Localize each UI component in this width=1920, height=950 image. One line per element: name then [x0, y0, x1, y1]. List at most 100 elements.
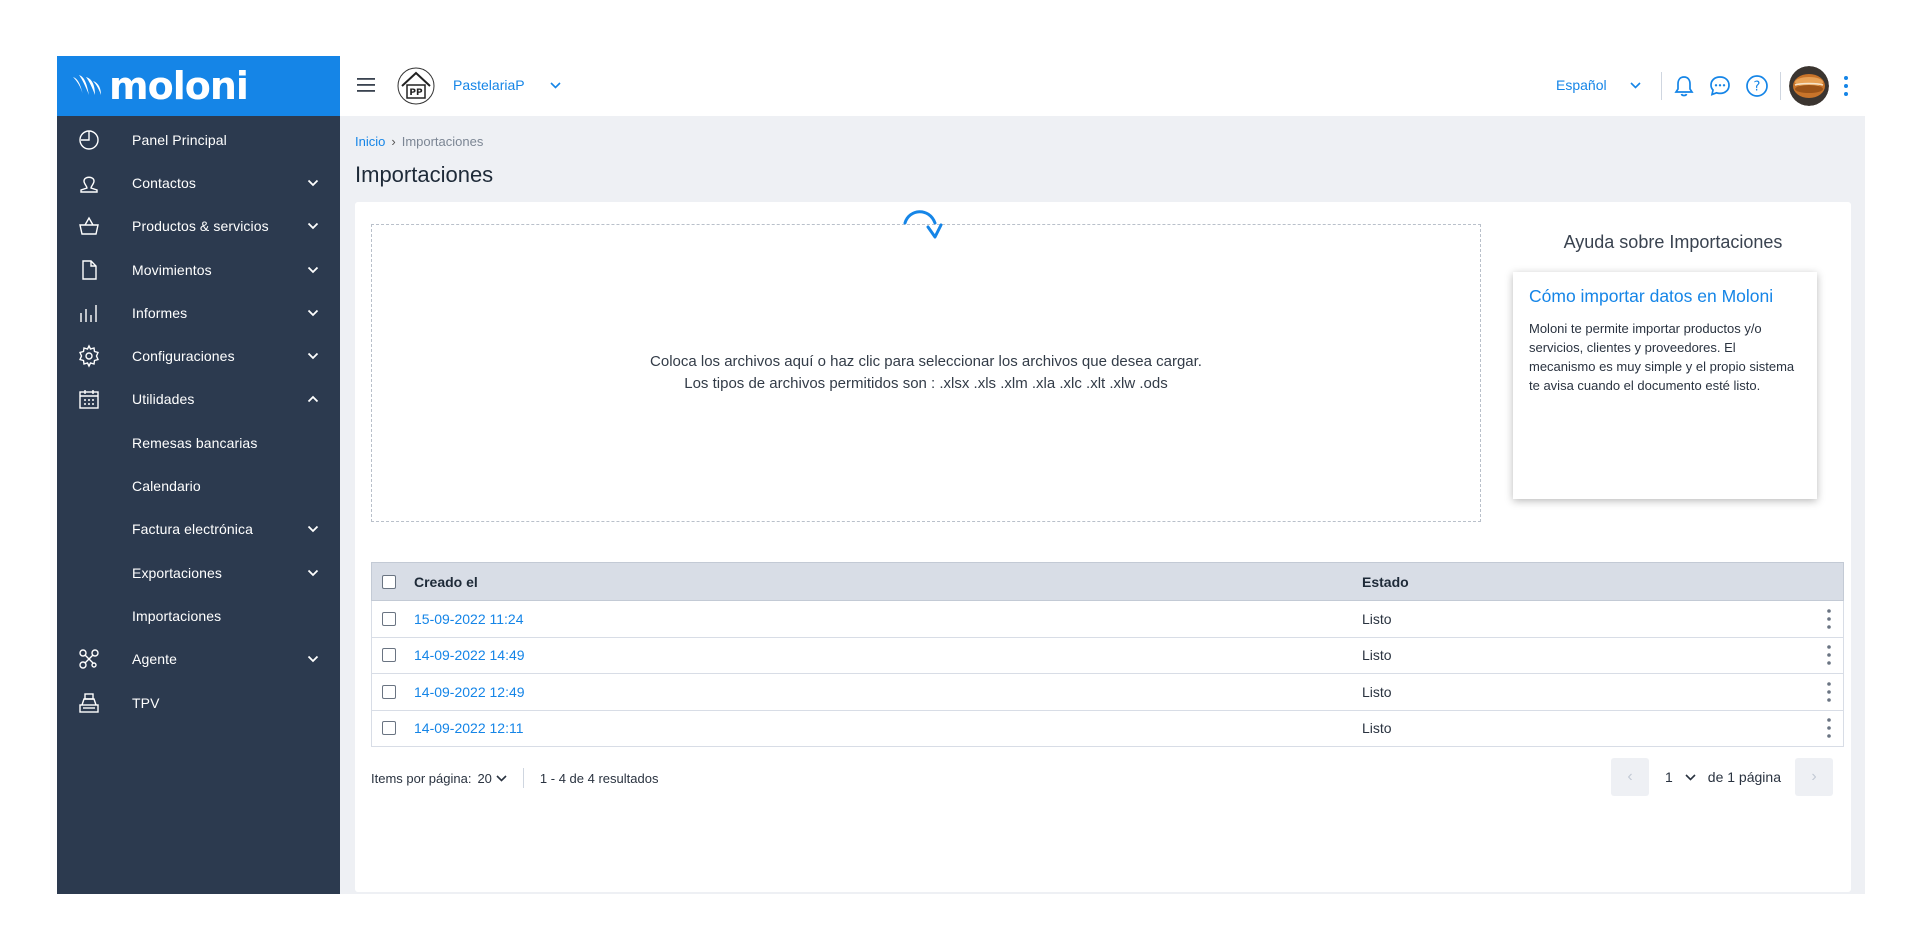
language-selector[interactable]: Español	[1556, 77, 1607, 93]
sidebar-item-label: Exportaciones	[132, 564, 223, 581]
sidebar-item-productos-servicios[interactable]: Productos & servicios	[57, 205, 340, 248]
column-header-state[interactable]: Estado	[1362, 574, 1409, 590]
help-title: Ayuda sobre Importaciones	[1563, 232, 1783, 252]
table-row[interactable]: 15-09-2022 11:24 Listo	[371, 601, 1844, 638]
row-state: Listo	[1362, 610, 1392, 627]
sidebar-item-calendario[interactable]: Calendario	[57, 464, 340, 507]
chevron-down-icon[interactable]	[307, 655, 319, 663]
sidebar-item-label: Remesas bancarias	[132, 434, 258, 451]
row-checkbox[interactable]	[382, 648, 396, 663]
table-body: 15-09-2022 11:24 Listo 14-09-2022 14:49 Lis…	[371, 601, 1844, 747]
sidebar-item-exportaciones[interactable]: Exportaciones	[57, 551, 340, 594]
sidebar-item-factura-electronica[interactable]: Factura electrónica	[57, 508, 340, 551]
chevron-down-icon[interactable]	[1685, 773, 1696, 781]
chevron-up-icon[interactable]	[307, 395, 319, 403]
row-created-date[interactable]: 15-09-2022 11:24	[414, 611, 524, 627]
chevron-down-icon[interactable]	[307, 179, 319, 187]
main-panel: Coloca los archivos aquí o haz clic para…	[355, 202, 1851, 892]
menu-icon[interactable]	[357, 77, 375, 93]
sidebar-item-remesas-bancarias[interactable]: Remesas bancarias	[57, 421, 340, 464]
dropzone-line-2: Los tipos de archivos permitidos son : .…	[684, 375, 1168, 392]
sidebar-item-utilidades[interactable]: Utilidades	[57, 378, 340, 421]
sidebar-item-informes[interactable]: Informes	[57, 291, 340, 334]
file-dropzone[interactable]: Coloca los archivos aquí o haz clic para…	[371, 210, 1481, 522]
more-options-icon[interactable]	[1826, 681, 1832, 703]
row-state: Listo	[1362, 720, 1392, 737]
row-created-date[interactable]: 14-09-2022 12:11	[414, 720, 524, 736]
breadcrumb-current: Importaciones	[401, 134, 484, 149]
more-options-icon[interactable]	[1826, 644, 1832, 666]
chevron-down-icon[interactable]	[307, 309, 319, 317]
row-state: Listo	[1362, 683, 1392, 700]
breadcrumb-home-link[interactable]: Inicio	[355, 134, 385, 149]
prev-page-button[interactable]: ‹	[1611, 758, 1649, 796]
table-header: Creado el Estado	[371, 562, 1844, 601]
chevron-down-icon[interactable]	[550, 82, 561, 89]
table-row[interactable]: 14-09-2022 12:11 Listo	[371, 710, 1844, 747]
chevron-down-icon[interactable]	[307, 569, 319, 577]
next-page-button[interactable]: ›	[1794, 758, 1833, 796]
column-header-created[interactable]: Creado el	[414, 574, 478, 590]
page-select[interactable]: 1	[1665, 769, 1673, 785]
row-checkbox[interactable]	[382, 611, 396, 626]
table-row[interactable]: 14-09-2022 12:49 Listo	[371, 674, 1844, 711]
chevron-down-icon[interactable]	[307, 266, 319, 274]
avatar[interactable]	[1789, 66, 1829, 106]
row-checkbox[interactable]	[382, 721, 396, 736]
top-header: PP PastelariaP Español ?	[340, 56, 1865, 116]
sidebar-item-label: Factura electrónica	[132, 521, 253, 538]
more-options-icon[interactable]	[1826, 608, 1832, 630]
chevron-down-icon[interactable]	[307, 222, 319, 230]
sidebar-item-panel-principal[interactable]: Panel Principal	[57, 118, 340, 161]
company-logo-icon[interactable]: PP	[396, 66, 436, 106]
sidebar-item-tpv[interactable]: TPV	[57, 681, 340, 724]
row-checkbox[interactable]	[382, 684, 396, 699]
breadcrumb: Inicio › Importaciones	[355, 134, 483, 149]
sidebar-nav: Panel Principal Contactos Productos & serv…	[57, 118, 340, 724]
chevron-down-icon[interactable]	[496, 774, 507, 782]
sidebar-item-importaciones[interactable]: Importaciones	[57, 594, 340, 637]
help-card-link[interactable]: Cómo importar datos en Moloni	[1529, 286, 1801, 307]
bell-icon[interactable]	[1671, 73, 1697, 99]
chat-icon[interactable]	[1707, 73, 1733, 99]
sidebar-item-configuraciones[interactable]: Configuraciones	[57, 334, 340, 377]
pagination-info: Items por página: 20 1 - 4 de 4 resultad…	[371, 768, 658, 788]
table-row[interactable]: 14-09-2022 14:49 Listo	[371, 637, 1844, 674]
help-card: Cómo importar datos en Moloni Moloni te …	[1513, 272, 1817, 499]
document-icon	[77, 258, 101, 282]
sidebar-item-label: Calendario	[132, 478, 201, 495]
help-icon[interactable]: ?	[1744, 73, 1770, 99]
network-icon	[77, 647, 101, 671]
select-all-checkbox[interactable]	[382, 574, 396, 589]
dropzone-line-1: Coloca los archivos aquí o haz clic para…	[650, 353, 1202, 370]
moloni-logo-icon	[73, 75, 101, 95]
dashboard-icon	[77, 128, 101, 152]
breadcrumb-separator: ›	[391, 134, 396, 149]
chevron-down-icon[interactable]	[307, 352, 319, 360]
brand-logo[interactable]: moloni	[57, 56, 340, 116]
svg-text:PP: PP	[409, 88, 423, 98]
chevron-down-icon[interactable]	[307, 525, 319, 533]
company-selector[interactable]: PastelariaP	[453, 77, 525, 93]
chevron-down-icon[interactable]	[1630, 82, 1641, 89]
help-card-body: Moloni te permite importar productos y/o…	[1529, 321, 1795, 393]
sidebar-item-label: Panel Principal	[132, 131, 227, 148]
sidebar: moloni Panel Principal Contactos Productos…	[57, 56, 340, 894]
sidebar-item-movimientos[interactable]: Movimientos	[57, 248, 340, 291]
brand-name: moloni	[109, 64, 249, 108]
header-divider	[1780, 72, 1781, 100]
calendar-icon	[77, 387, 101, 411]
chevron-right-icon: ›	[1811, 768, 1817, 785]
pagination-divider	[522, 768, 524, 788]
more-options-icon[interactable]	[1826, 717, 1832, 739]
row-created-date[interactable]: 14-09-2022 12:49	[414, 684, 525, 700]
chart-bars-icon	[77, 301, 101, 325]
per-page-label: Items por página:	[371, 770, 472, 786]
per-page-select[interactable]: 20	[477, 771, 491, 786]
more-options-icon[interactable]	[1843, 74, 1849, 98]
row-created-date[interactable]: 14-09-2022 14:49	[414, 647, 525, 663]
sidebar-item-contactos[interactable]: Contactos	[57, 161, 340, 204]
sidebar-item-agente[interactable]: Agente	[57, 638, 340, 681]
dropzone-instructions: Coloca los archivos aquí o haz clic para…	[372, 351, 1480, 395]
avatar-image	[1789, 66, 1829, 106]
